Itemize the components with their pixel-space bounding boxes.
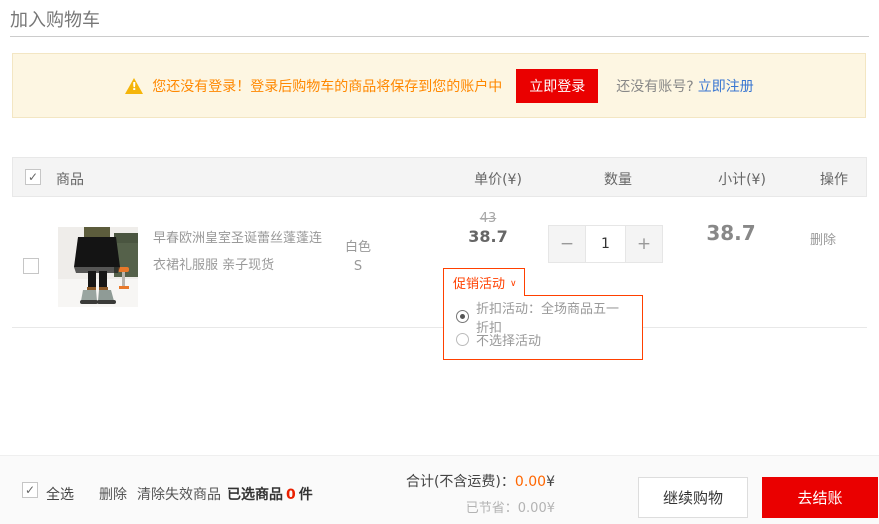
unit-price-block: 43 38.7 xyxy=(428,211,548,246)
column-header-product: 商品 xyxy=(56,169,84,189)
quantity-plus-button[interactable]: + xyxy=(626,225,663,263)
product-title-line2: 衣裙礼服服 亲子现货 xyxy=(153,252,331,279)
selected-prefix: 已选商品 xyxy=(227,487,283,503)
divider xyxy=(10,36,869,37)
register-link[interactable]: 立即注册 xyxy=(698,76,754,96)
product-variant: 白色 S xyxy=(318,238,398,276)
item-delete-link[interactable]: 删除 xyxy=(773,229,873,248)
login-button[interactable]: 立即登录 xyxy=(516,69,598,103)
promotion-option-discount[interactable]: 折扣活动：全场商品五一折扣 xyxy=(456,305,630,328)
total-value: 0.00 xyxy=(515,474,546,490)
promotion-label: 促销活动 xyxy=(453,273,505,292)
footer-delete-link[interactable]: 删除 xyxy=(99,484,127,504)
column-header-unit-price: 单价(¥) xyxy=(448,169,548,189)
login-banner: ! 您还没有登录！登录后购物车的商品将保存到您的账户中 立即登录 还没有账号? … xyxy=(12,53,866,118)
select-all-header-checkbox[interactable]: ✓ xyxy=(25,169,41,185)
product-size: S xyxy=(318,257,398,276)
continue-shopping-button[interactable]: 继续购物 xyxy=(638,477,748,518)
cart-item-row: 早春欧洲皇室圣诞蕾丝蓬蓬连 衣裙礼服服 亲子现货 白色 S 43 38.7 − … xyxy=(12,197,867,328)
totals-block: 合计(不含运费)：0.00¥ 已节省：0.00¥ xyxy=(355,471,555,516)
no-account-text: 还没有账号? xyxy=(616,76,693,96)
radio-unselected-icon[interactable] xyxy=(456,333,469,346)
product-image[interactable] xyxy=(58,227,138,307)
selected-count: 0 xyxy=(283,487,299,503)
column-header-quantity: 数量 xyxy=(568,169,668,189)
checkout-button[interactable]: 去结账 xyxy=(762,477,878,518)
current-price: 38.7 xyxy=(428,227,548,246)
warning-icon: ! xyxy=(124,77,144,95)
promotion-dropdown-toggle[interactable]: 促销活动 ∨ xyxy=(443,268,525,296)
footer-clear-invalid-link[interactable]: 清除失效商品 xyxy=(137,484,221,504)
cart-footer-bar: ✓ 全选 删除 清除失效商品 已选商品0件 合计(不含运费)：0.00¥ 已节省… xyxy=(0,455,879,524)
select-all-label[interactable]: 全选 xyxy=(46,484,74,504)
promotion-option-label: 不选择活动 xyxy=(476,330,541,349)
total-label: 合计(不含运费)： xyxy=(406,474,515,490)
product-title-line1: 早春欧洲皇室圣诞蕾丝蓬蓬连 xyxy=(153,225,331,252)
total-line: 合计(不含运费)：0.00¥ xyxy=(355,471,555,491)
quantity-input[interactable] xyxy=(585,225,626,263)
item-checkbox[interactable] xyxy=(23,258,39,274)
saved-currency: ¥ xyxy=(547,501,555,516)
selected-suffix: 件 xyxy=(299,487,313,503)
chevron-down-icon: ∨ xyxy=(510,279,517,289)
quantity-stepper: − + xyxy=(548,225,663,263)
product-title[interactable]: 早春欧洲皇室圣诞蕾丝蓬蓬连 衣裙礼服服 亲子现货 xyxy=(153,225,331,279)
radio-selected-icon[interactable] xyxy=(456,310,469,323)
saved-value: 0.00 xyxy=(518,501,547,516)
banner-message: 您还没有登录！登录后购物车的商品将保存到您的账户中 xyxy=(152,76,502,96)
total-currency: ¥ xyxy=(546,474,555,490)
page-title: 加入购物车 xyxy=(10,6,100,32)
saved-label: 已节省： xyxy=(466,501,518,516)
select-all-footer-checkbox[interactable]: ✓ xyxy=(22,482,38,498)
cart-table-header: ✓ 商品 单价(¥) 数量 小计(¥) 操作 xyxy=(12,157,867,197)
saved-line: 已节省：0.00¥ xyxy=(355,497,555,516)
column-header-subtotal: 小计(¥) xyxy=(692,169,792,189)
original-price: 43 xyxy=(428,211,548,226)
product-color: 白色 xyxy=(318,238,398,257)
promotion-dropdown-panel: 折扣活动：全场商品五一折扣 不选择活动 xyxy=(443,295,643,360)
selected-count-text: 已选商品0件 xyxy=(227,484,313,504)
quantity-minus-button[interactable]: − xyxy=(548,225,585,263)
warning-exclaim: ! xyxy=(124,80,144,93)
column-header-action: 操作 xyxy=(784,169,879,189)
